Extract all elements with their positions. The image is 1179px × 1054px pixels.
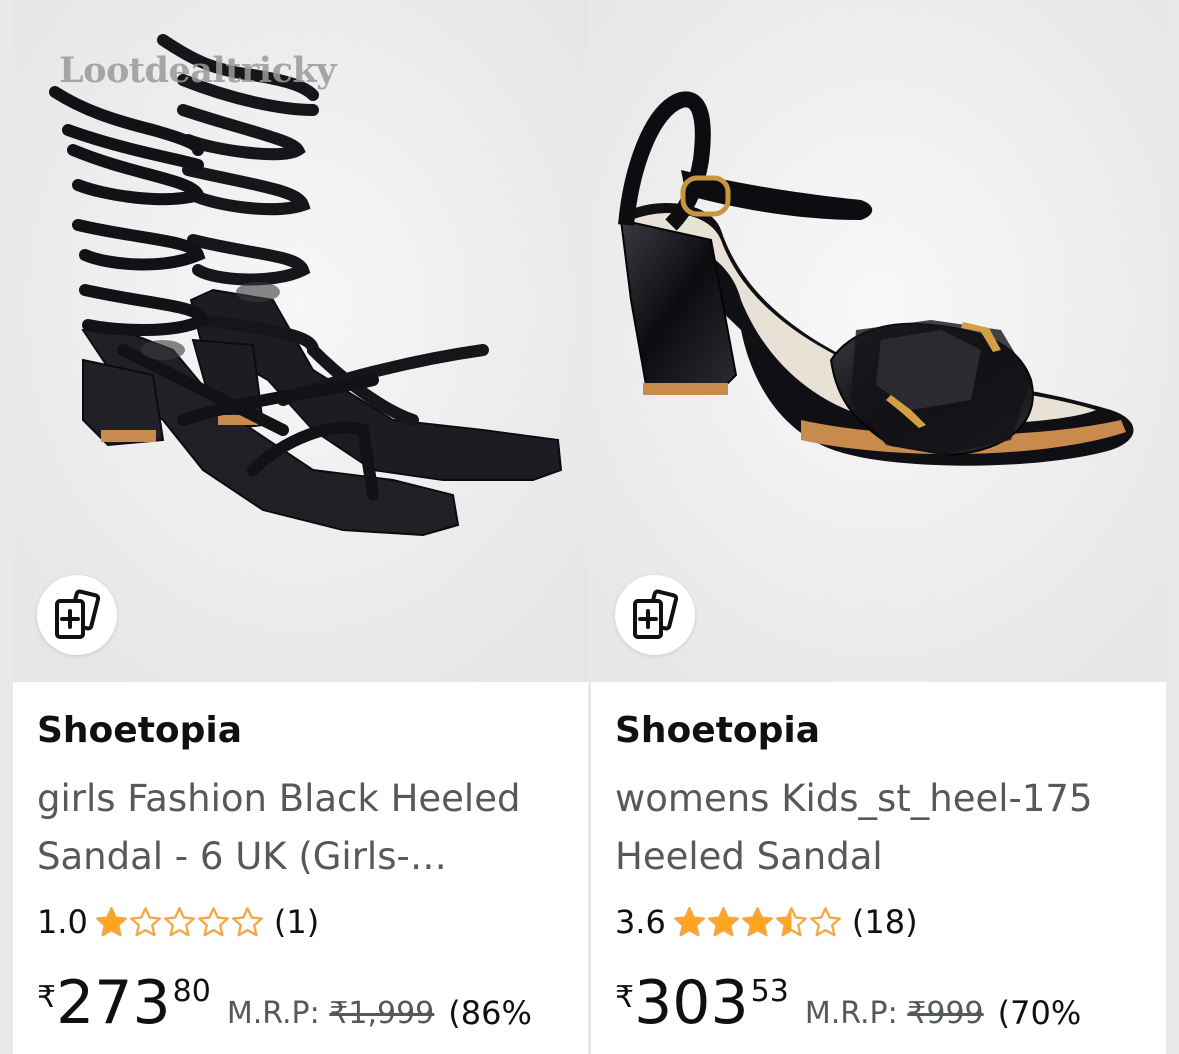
- star-empty-icon: [129, 906, 161, 936]
- product-title-link[interactable]: girls Fashion Black Heeled Sandal - 6 UK…: [37, 770, 577, 886]
- star-full-icon: [95, 906, 127, 936]
- mrp-label: M.R.P:: [804, 996, 898, 1031]
- add-to-compare-button[interactable]: [615, 575, 695, 655]
- product-title-line: girls Fashion Black Heeled: [37, 777, 521, 820]
- price-whole: 303: [634, 968, 749, 1038]
- mrp: M.R.P: ₹1,999: [227, 996, 434, 1031]
- star-rating: [672, 905, 842, 940]
- price-row: ₹ 303 53 M.R.P: ₹999 (70%: [615, 968, 1081, 1048]
- price-fraction: 53: [750, 974, 789, 1009]
- compare-icon: [55, 589, 101, 639]
- mrp: M.R.P: ₹999: [805, 996, 984, 1031]
- add-to-compare-button[interactable]: [37, 575, 117, 655]
- product-brand: Shoetopia: [615, 710, 821, 751]
- product-card[interactable]: Shoetopia womens Kids_st_heel-175 Heeled…: [591, 0, 1166, 1054]
- block-heel-sandal-image: [591, 0, 1166, 682]
- rating-count[interactable]: (18): [852, 903, 918, 941]
- rating-value: 3.6: [615, 903, 666, 941]
- product-title-link[interactable]: womens Kids_st_heel-175 Heeled Sandal: [615, 770, 1155, 886]
- star-rating: [94, 905, 264, 940]
- rating-value: 1.0: [37, 903, 88, 941]
- discount-percent: (86%: [448, 994, 532, 1032]
- product-card[interactable]: Lootdealtricky Shoetopia girls Fashion B…: [13, 0, 588, 1054]
- mrp-value: ₹999: [907, 996, 984, 1031]
- star-full-icon: [741, 906, 773, 936]
- rating-count[interactable]: (1): [274, 903, 319, 941]
- watermark: Lootdealtricky: [59, 50, 336, 91]
- mrp-label: M.R.P:: [226, 996, 320, 1031]
- lace-up-sandal-image: [13, 0, 588, 682]
- mrp-value: ₹1,999: [329, 996, 435, 1031]
- product-title-line: womens Kids_st_heel-175: [615, 777, 1093, 820]
- price-whole: 273: [56, 968, 171, 1038]
- star-full-icon: [707, 906, 739, 936]
- discount-percent: (70%: [997, 994, 1082, 1032]
- star-empty-icon: [163, 906, 195, 936]
- compare-icon: [633, 589, 679, 639]
- product-image[interactable]: Lootdealtricky: [13, 0, 588, 682]
- star-empty-icon: [231, 906, 263, 936]
- price-currency: ₹: [615, 980, 635, 1015]
- star-empty-icon: [197, 906, 229, 936]
- rating-row[interactable]: 1.0 (1): [37, 900, 319, 944]
- star-half-icon: [775, 906, 807, 936]
- star-empty-icon: [809, 906, 841, 936]
- product-image[interactable]: [591, 0, 1166, 682]
- product-brand: Shoetopia: [37, 710, 243, 751]
- price-currency: ₹: [37, 980, 57, 1015]
- price-fraction: 80: [172, 974, 211, 1009]
- price-row: ₹ 273 80 M.R.P: ₹1,999 (86%: [37, 968, 532, 1048]
- product-title-line: Heeled Sandal: [615, 835, 883, 878]
- product-title-line: Sandal - 6 UK (Girls-…: [37, 835, 447, 878]
- star-full-icon: [673, 906, 705, 936]
- rating-row[interactable]: 3.6 (18): [615, 900, 918, 944]
